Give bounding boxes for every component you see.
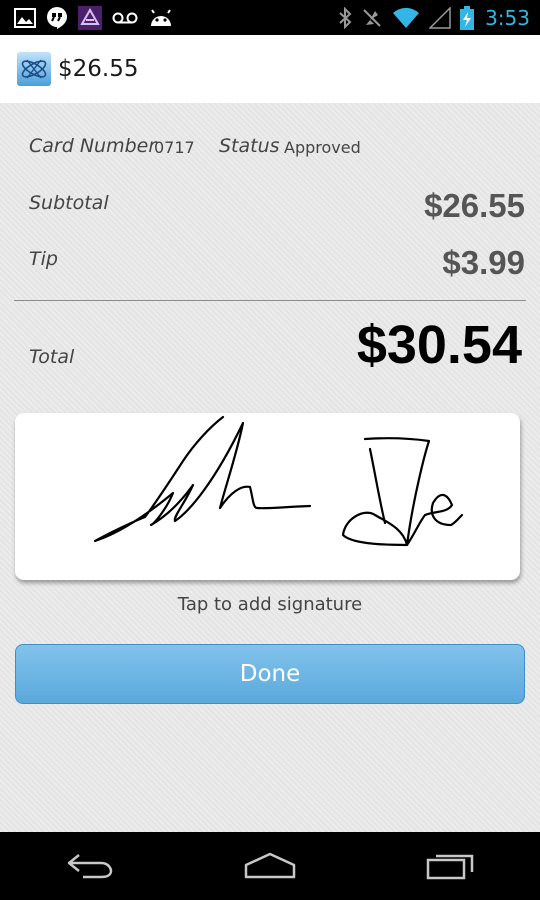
- page-title: $26.55: [58, 56, 139, 82]
- done-button[interactable]: Done: [15, 644, 525, 704]
- clock: 3:53: [485, 5, 530, 30]
- app-notification-icon: [78, 5, 102, 30]
- android-icon: [148, 8, 174, 28]
- signature-image: [93, 415, 464, 547]
- card-number-value: 0717: [154, 138, 195, 157]
- gallery-icon: [14, 7, 36, 28]
- signal-icon: [429, 6, 451, 29]
- subtotal-label: Subtotal: [29, 192, 109, 214]
- battery-charging-icon: [460, 5, 475, 30]
- signature-hint: Tap to add signature: [177, 594, 363, 615]
- status-label: Status: [219, 135, 280, 157]
- total-value: $30.54: [356, 315, 522, 375]
- divider: [14, 300, 526, 301]
- tip-label: Tip: [29, 248, 58, 270]
- notification-area: [0, 5, 174, 30]
- card-number-label: Card Number: [29, 135, 157, 157]
- status-bar: 3:53: [0, 0, 540, 35]
- bluetooth-icon: [338, 6, 352, 29]
- action-bar: $26.55: [0, 35, 540, 103]
- wifi-icon: [392, 7, 420, 29]
- total-label: Total: [29, 346, 75, 368]
- receipt-panel: Card Number 0717 Status Approved Subtota…: [0, 103, 540, 832]
- home-icon[interactable]: [225, 841, 315, 891]
- system-status-area: 3:53: [338, 5, 540, 30]
- mute-icon: [361, 7, 383, 29]
- app-logo-icon[interactable]: [17, 52, 51, 86]
- hangouts-icon: [46, 6, 68, 30]
- recent-apps-icon[interactable]: [405, 841, 495, 891]
- status-value: Approved: [284, 138, 361, 157]
- tip-value: $3.99: [442, 244, 525, 281]
- signature-pad[interactable]: [15, 413, 520, 580]
- back-icon[interactable]: [45, 841, 135, 891]
- navigation-bar: [0, 832, 540, 900]
- voicemail-icon: [112, 11, 138, 25]
- subtotal-value: $26.55: [424, 187, 525, 224]
